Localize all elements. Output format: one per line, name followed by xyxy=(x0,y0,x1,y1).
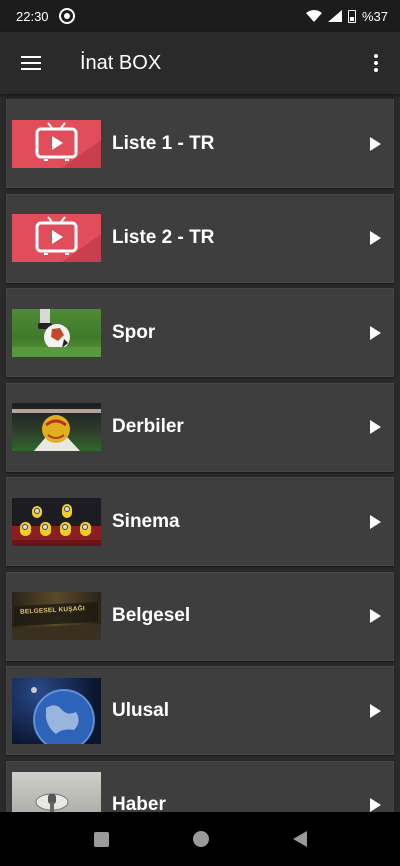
category-item-belgesel[interactable]: BELGESEL KUŞAĞI Belgesel xyxy=(6,571,394,661)
category-label: Belgesel xyxy=(112,605,191,626)
category-list[interactable]: Liste 1 - TR Liste 2 - TR Spor Derbiler … xyxy=(0,94,400,812)
status-time: 22:30 xyxy=(16,8,49,24)
derby-ball-thumb xyxy=(12,403,101,451)
belgesel-banner-image xyxy=(12,602,101,640)
play-arrow-icon xyxy=(370,609,381,623)
category-label: Derbiler xyxy=(112,416,184,437)
category-item-haber[interactable]: Haber xyxy=(6,760,394,812)
tv-play-icon xyxy=(12,216,101,262)
football-thumb xyxy=(12,308,101,357)
hamburger-menu-icon[interactable] xyxy=(0,32,62,94)
notification-icon xyxy=(58,8,75,24)
more-vert-icon[interactable] xyxy=(352,32,400,94)
category-label: Liste 2 - TR xyxy=(112,227,215,248)
recents-square-icon[interactable] xyxy=(93,831,109,847)
play-arrow-icon xyxy=(370,231,381,245)
football-image xyxy=(12,308,101,357)
minions-cinema-image xyxy=(12,503,101,546)
play-arrow-icon xyxy=(370,514,381,529)
play-arrow-icon xyxy=(370,703,381,718)
cinema-minions-thumb xyxy=(12,497,101,546)
stadium-ball-image xyxy=(12,409,101,451)
play-arrow-icon xyxy=(370,136,381,151)
category-item-ulusal[interactable]: Ulusal xyxy=(6,666,394,755)
category-item-derbiler[interactable]: Derbiler xyxy=(6,382,394,472)
system-nav-bar xyxy=(0,812,400,866)
status-bar: 22:30 %37 xyxy=(0,0,400,32)
signal-icon xyxy=(327,10,342,22)
category-item-sinema[interactable]: Sinema xyxy=(6,477,394,566)
status-right: %37 xyxy=(305,8,388,24)
category-item-spor[interactable]: Spor xyxy=(6,288,394,377)
app-title: İnat BOX xyxy=(80,51,162,74)
play-arrow-icon xyxy=(370,798,381,812)
category-label: Sinema xyxy=(112,510,180,532)
microphone-image xyxy=(35,793,69,812)
play-arrow-icon xyxy=(370,420,381,434)
wifi-icon xyxy=(305,10,322,22)
app-bar: İnat BOX xyxy=(0,32,400,94)
home-circle-icon[interactable] xyxy=(192,831,209,847)
earth-thumb xyxy=(12,677,101,744)
news-microphone-thumb xyxy=(12,772,101,812)
category-label: Haber xyxy=(112,794,166,812)
tv-play-icon xyxy=(12,121,101,168)
battery-percent: %37 xyxy=(361,8,388,24)
earth-globe-image xyxy=(31,686,95,744)
category-item-liste-2[interactable]: Liste 2 - TR xyxy=(6,193,394,283)
tv-play-logo-thumb xyxy=(12,214,101,262)
belgesel-banner-thumb: BELGESEL KUŞAĞI xyxy=(12,592,101,640)
tv-play-logo-thumb xyxy=(12,119,101,168)
category-label: Spor xyxy=(112,321,156,343)
category-label: Liste 1 - TR xyxy=(112,132,215,154)
back-triangle-icon[interactable] xyxy=(292,831,307,847)
play-arrow-icon xyxy=(370,325,381,340)
battery-icon xyxy=(347,9,356,23)
category-label: Ulusal xyxy=(112,699,170,721)
category-item-liste-1[interactable]: Liste 1 - TR xyxy=(6,99,394,188)
